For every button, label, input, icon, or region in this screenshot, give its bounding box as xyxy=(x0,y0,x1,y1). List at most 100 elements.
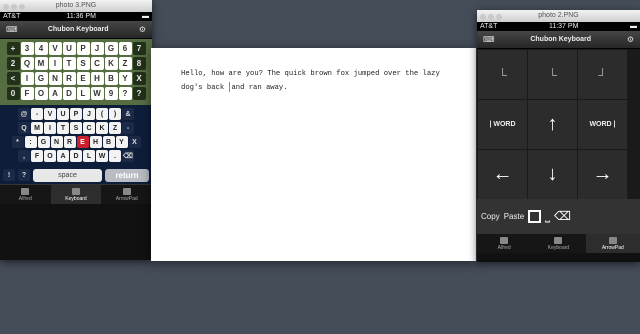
key[interactable]: H xyxy=(89,136,102,148)
close-dot[interactable] xyxy=(480,14,486,20)
copy-button[interactable]: Copy xyxy=(481,212,500,221)
exclaim-key[interactable]: ! xyxy=(3,169,15,181)
key[interactable]: W xyxy=(90,87,104,100)
key[interactable]: 2 xyxy=(6,57,20,70)
text-document[interactable]: Hello, how are you? The quick brown fox … xyxy=(151,48,476,261)
key[interactable]: D xyxy=(62,87,76,100)
key[interactable]: T xyxy=(57,122,69,134)
window-title-bar[interactable]: photo 2.PNG xyxy=(477,10,640,22)
arrow-left-button[interactable]: ← xyxy=(478,150,527,199)
key[interactable]: ⌫ xyxy=(122,150,134,162)
key[interactable]: ( xyxy=(96,108,108,120)
key[interactable]: U xyxy=(57,108,69,120)
key[interactable]: K xyxy=(104,57,118,70)
key[interactable]: 7 xyxy=(132,42,146,55)
key[interactable]: & xyxy=(122,108,134,120)
tab-alfred[interactable]: Alfred xyxy=(0,185,51,204)
key[interactable]: I xyxy=(20,72,34,85)
gear-icon[interactable]: ⚙ xyxy=(139,25,146,34)
key[interactable]: X xyxy=(132,72,146,85)
key[interactable]: , xyxy=(18,150,30,162)
key[interactable]: ? xyxy=(118,87,132,100)
key[interactable]: 4 xyxy=(34,42,48,55)
key[interactable]: 3 xyxy=(20,42,34,55)
key[interactable]: ? xyxy=(132,87,146,100)
key[interactable]: J xyxy=(83,108,95,120)
line-start-button[interactable]: └ xyxy=(478,50,527,99)
key[interactable]: @ xyxy=(18,108,30,120)
key[interactable]: N xyxy=(50,136,63,148)
key[interactable]: I xyxy=(44,122,56,134)
key[interactable]: B xyxy=(102,136,115,148)
key[interactable]: E xyxy=(76,72,90,85)
key[interactable]: N xyxy=(48,72,62,85)
key[interactable]: U xyxy=(62,42,76,55)
backspace-icon[interactable]: ⌫ xyxy=(554,209,571,223)
key[interactable]: R xyxy=(62,72,76,85)
key[interactable]: K xyxy=(96,122,108,134)
line-middle-button[interactable]: └ xyxy=(528,50,577,99)
tab-keyboard[interactable]: Keyboard xyxy=(531,234,585,253)
zoom-dot[interactable] xyxy=(496,14,502,20)
key[interactable]: . xyxy=(109,150,121,162)
close-dot[interactable] xyxy=(3,4,9,10)
key[interactable]: Y xyxy=(118,72,132,85)
key[interactable]: S xyxy=(76,57,90,70)
key[interactable]: C xyxy=(83,122,95,134)
tab-arrowpad[interactable]: ArrowPad xyxy=(585,234,640,253)
key[interactable]: W xyxy=(96,150,108,162)
space-bracket-icon[interactable]: ⎵ xyxy=(545,209,550,224)
paste-button[interactable]: Paste xyxy=(504,212,524,221)
minimize-dot[interactable] xyxy=(488,14,494,20)
key[interactable]: + xyxy=(6,42,20,55)
arrow-down-button[interactable]: ↓ xyxy=(528,150,577,199)
key[interactable]: T xyxy=(62,57,76,70)
key[interactable]: Q xyxy=(20,57,34,70)
gear-icon[interactable]: ⚙ xyxy=(627,35,634,44)
key[interactable]: G xyxy=(34,72,48,85)
return-key[interactable]: return xyxy=(105,169,149,182)
key[interactable]: J xyxy=(90,42,104,55)
word-left-button[interactable]: | WORD xyxy=(478,100,527,149)
key[interactable]: - xyxy=(31,108,43,120)
key[interactable]: B xyxy=(104,72,118,85)
space-key[interactable]: space xyxy=(33,169,102,182)
key[interactable]: M xyxy=(34,57,48,70)
zoom-dot[interactable] xyxy=(19,4,25,10)
keyboard-icon[interactable]: ⌨ xyxy=(483,35,495,44)
key[interactable]: O xyxy=(44,150,56,162)
key[interactable]: A xyxy=(57,150,69,162)
key[interactable]: L xyxy=(83,150,95,162)
key[interactable]: * xyxy=(11,136,24,148)
word-right-button[interactable]: WORD | xyxy=(578,100,627,149)
key[interactable]: - xyxy=(122,122,134,134)
key[interactable]: P xyxy=(76,42,90,55)
key[interactable]: : xyxy=(24,136,37,148)
key[interactable]: D xyxy=(70,150,82,162)
key[interactable]: P xyxy=(70,108,82,120)
key[interactable]: G xyxy=(37,136,50,148)
key[interactable]: C xyxy=(90,57,104,70)
key[interactable]: H xyxy=(90,72,104,85)
arrow-right-button[interactable]: → xyxy=(578,150,627,199)
key[interactable]: V xyxy=(44,108,56,120)
key[interactable]: 8 xyxy=(132,57,146,70)
key[interactable]: L xyxy=(76,87,90,100)
window-title-bar[interactable]: photo 3.PNG xyxy=(0,0,152,12)
key[interactable]: X xyxy=(128,136,141,148)
line-end-button[interactable]: ┘ xyxy=(578,50,627,99)
key[interactable]: 6 xyxy=(118,42,132,55)
arrow-up-button[interactable]: ↑ xyxy=(528,100,577,149)
key[interactable]: Z xyxy=(109,122,121,134)
key[interactable]: V xyxy=(48,42,62,55)
select-square-icon[interactable] xyxy=(528,209,542,223)
question-key[interactable]: ? xyxy=(18,169,30,181)
document-text[interactable]: Hello, how are you? The quick brown fox … xyxy=(181,67,461,95)
key[interactable]: E xyxy=(76,136,89,148)
key[interactable]: Y xyxy=(115,136,128,148)
key[interactable]: S xyxy=(70,122,82,134)
key[interactable]: M xyxy=(31,122,43,134)
key[interactable]: 9 xyxy=(104,87,118,100)
key[interactable]: < xyxy=(6,72,20,85)
key[interactable]: 0 xyxy=(6,87,20,100)
